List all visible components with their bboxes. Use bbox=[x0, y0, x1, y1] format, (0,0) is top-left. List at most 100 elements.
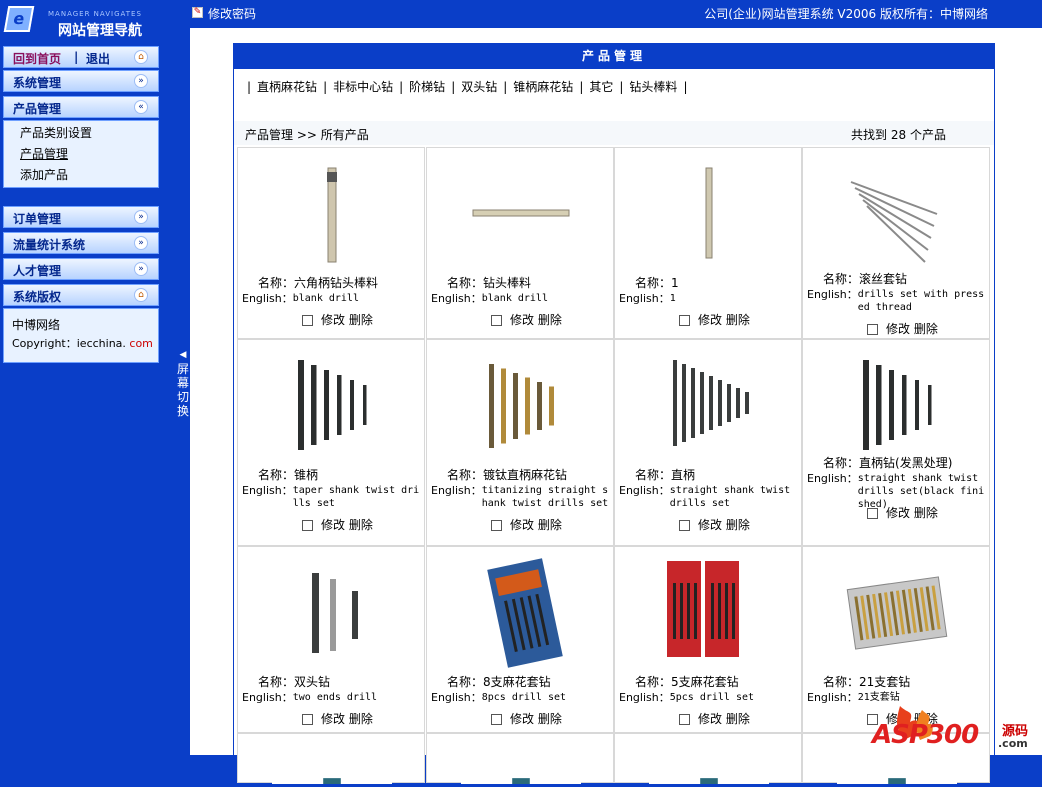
delete-link[interactable]: 删除 bbox=[538, 712, 562, 726]
main-area: 产品管理 | 直柄麻花钻 | 非标中心钻 | 阶梯钻 | 双头钻 | 锥柄麻花钻 | 其它 | 钻头棒料 |… bbox=[190, 28, 1042, 784]
product-name: 名称：钻头棒料 bbox=[447, 274, 531, 291]
chevron-down-icon[interactable]: » bbox=[134, 262, 148, 276]
edit-link[interactable]: 修改 bbox=[510, 712, 534, 726]
chevron-down-icon[interactable]: » bbox=[134, 74, 148, 88]
name-value: 双头钻 bbox=[294, 675, 331, 689]
product-image[interactable] bbox=[272, 154, 392, 274]
menu-traffic[interactable]: 流量统计系统 » bbox=[3, 232, 159, 254]
product-image[interactable] bbox=[649, 346, 769, 466]
product-name: 名称：六角柄钻头棒料 bbox=[258, 274, 378, 291]
home-separator: | bbox=[74, 50, 79, 64]
english-value: drills set with pressed thread bbox=[857, 289, 985, 313]
category-link[interactable]: 阶梯钻 bbox=[409, 80, 445, 94]
name-label: 名称： bbox=[635, 276, 672, 290]
select-checkbox[interactable] bbox=[679, 520, 690, 531]
delete-link[interactable]: 删除 bbox=[726, 313, 750, 327]
menu-item-add-product[interactable]: 添加产品 bbox=[4, 165, 158, 186]
product-english: English： straight shank twist drills set bbox=[619, 484, 799, 510]
change-password-link[interactable]: 修改密码 bbox=[208, 5, 256, 22]
menu-talent[interactable]: 人才管理 » bbox=[3, 258, 159, 280]
result-count: 共找到 28 个产品 bbox=[851, 126, 946, 143]
product-english: English： two ends drill bbox=[242, 691, 422, 704]
menu-item-category-settings[interactable]: 产品类别设置 bbox=[4, 123, 158, 144]
edit-link[interactable]: 修改 bbox=[886, 322, 910, 336]
name-value: 锥柄 bbox=[294, 468, 319, 482]
category-link[interactable]: 其它 bbox=[589, 80, 613, 94]
menu-talent-label: 人才管理 bbox=[13, 264, 62, 278]
chevron-up-icon[interactable]: « bbox=[134, 100, 148, 114]
delete-link[interactable]: 删除 bbox=[726, 712, 750, 726]
home-link[interactable]: 回到首页 bbox=[13, 50, 61, 67]
edit-link[interactable]: 修改 bbox=[321, 518, 345, 532]
product-image[interactable] bbox=[837, 154, 957, 274]
chevron-down-icon[interactable]: » bbox=[134, 210, 148, 224]
product-image[interactable] bbox=[461, 346, 581, 466]
menu-orders[interactable]: 订单管理 » bbox=[3, 206, 159, 228]
edit-link[interactable]: 修改 bbox=[698, 518, 722, 532]
name-label: 名称： bbox=[258, 675, 295, 689]
screen-toggle[interactable]: ◀ 屏 幕 切 换 bbox=[176, 348, 190, 418]
product-image[interactable] bbox=[649, 154, 769, 274]
delete-link[interactable]: 删除 bbox=[914, 322, 938, 336]
delete-link[interactable]: 删除 bbox=[349, 518, 373, 532]
product-image[interactable] bbox=[272, 346, 392, 466]
chevron-down-icon[interactable]: » bbox=[134, 236, 148, 250]
product-image[interactable] bbox=[461, 740, 581, 784]
product-name: 名称：直柄钻(发黑处理) bbox=[823, 454, 952, 471]
delete-link[interactable]: 删除 bbox=[538, 313, 562, 327]
select-checkbox[interactable] bbox=[302, 520, 313, 531]
product-image[interactable] bbox=[837, 346, 957, 466]
select-checkbox[interactable] bbox=[679, 315, 690, 326]
delete-link[interactable]: 删除 bbox=[538, 518, 562, 532]
home-icon[interactable]: ⌂ bbox=[134, 288, 148, 302]
logo-e-icon: e bbox=[3, 6, 35, 32]
menu-copyright[interactable]: 系统版权 ⌂ bbox=[3, 284, 159, 306]
product-image[interactable] bbox=[461, 553, 581, 673]
product-image[interactable] bbox=[649, 553, 769, 673]
drill-icon bbox=[487, 558, 563, 668]
delete-link[interactable]: 删除 bbox=[349, 313, 373, 327]
select-checkbox[interactable] bbox=[491, 714, 502, 725]
drill-icon bbox=[489, 364, 554, 448]
menu-product[interactable]: 产品管理 « bbox=[3, 96, 159, 118]
product-image[interactable] bbox=[461, 154, 581, 274]
name-value: 镀钛直柄麻花钻 bbox=[483, 468, 568, 482]
product-image[interactable] bbox=[649, 740, 769, 784]
delete-link[interactable]: 删除 bbox=[349, 712, 373, 726]
menu-item-product-manage[interactable]: 产品管理 bbox=[4, 144, 158, 165]
product-image[interactable] bbox=[272, 553, 392, 673]
edit-link[interactable]: 修改 bbox=[321, 313, 345, 327]
product-image[interactable] bbox=[272, 740, 392, 784]
edit-link[interactable]: 修改 bbox=[698, 313, 722, 327]
select-checkbox[interactable] bbox=[302, 714, 313, 725]
english-label: English： bbox=[807, 691, 858, 704]
select-checkbox[interactable] bbox=[302, 315, 313, 326]
select-checkbox[interactable] bbox=[867, 508, 878, 519]
edit-link[interactable]: 修改 bbox=[698, 712, 722, 726]
category-separator: | bbox=[451, 80, 456, 94]
edit-link[interactable]: 修改 bbox=[510, 313, 534, 327]
select-checkbox[interactable] bbox=[491, 520, 502, 531]
select-checkbox[interactable] bbox=[679, 714, 690, 725]
drill-icon bbox=[323, 778, 341, 784]
home-icon[interactable]: ⌂ bbox=[134, 50, 148, 64]
category-link[interactable]: 锥柄麻花钻 bbox=[513, 80, 573, 94]
name-label: 名称： bbox=[635, 468, 672, 482]
select-checkbox[interactable] bbox=[491, 315, 502, 326]
product-actions: 修改 删除 bbox=[302, 311, 373, 328]
product-image[interactable] bbox=[837, 553, 957, 673]
delete-link[interactable]: 删除 bbox=[726, 518, 750, 532]
english-label: English： bbox=[242, 484, 293, 497]
edit-link[interactable]: 修改 bbox=[886, 506, 910, 520]
category-link[interactable]: 直柄麻花钻 bbox=[257, 80, 317, 94]
select-checkbox[interactable] bbox=[867, 324, 878, 335]
product-name: 名称：镀钛直柄麻花钻 bbox=[447, 466, 567, 483]
logout-link[interactable]: 退出 bbox=[86, 50, 110, 67]
edit-link[interactable]: 修改 bbox=[510, 518, 534, 532]
menu-system[interactable]: 系统管理 » bbox=[3, 70, 159, 92]
category-link[interactable]: 双头钻 bbox=[461, 80, 497, 94]
edit-link[interactable]: 修改 bbox=[321, 712, 345, 726]
delete-link[interactable]: 删除 bbox=[914, 506, 938, 520]
category-link[interactable]: 钻头棒料 bbox=[629, 80, 677, 94]
category-link[interactable]: 非标中心钻 bbox=[333, 80, 393, 94]
